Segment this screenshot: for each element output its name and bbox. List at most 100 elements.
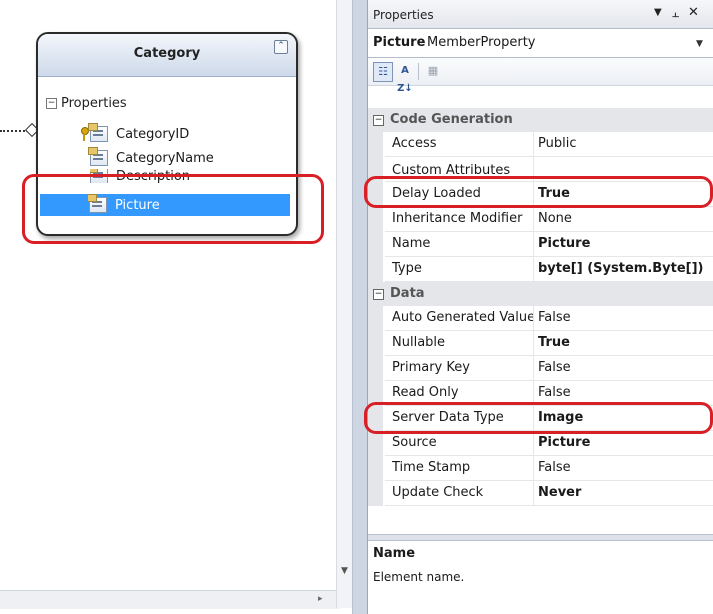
categorized-view-icon[interactable]: ☷ (373, 62, 393, 82)
property-name-cell[interactable]: Type (385, 257, 534, 282)
row-gutter (368, 257, 383, 282)
primary-key-icon (80, 127, 89, 141)
properties-titlebar[interactable]: Properties ▼ ⫠ ✕ (368, 0, 713, 29)
entity-title: Category (133, 46, 201, 61)
property-value-cell[interactable]: False (534, 356, 713, 381)
property-name: Nullable (392, 335, 446, 350)
row-gutter (368, 207, 383, 232)
property-value: byte[] (System.Byte[]) (538, 261, 704, 276)
description-splitter[interactable] (368, 534, 713, 541)
designer-surface[interactable]: Category ⌃ − Properties CategoryID Categ… (0, 0, 353, 614)
property-name-cell[interactable]: Auto Generated Value (385, 306, 534, 331)
object-selector[interactable]: Picture MemberProperty ▼ (368, 29, 713, 58)
property-value-cell[interactable]: Never (534, 481, 713, 506)
property-name: Primary Key (392, 360, 470, 375)
property-value: Picture (538, 435, 591, 450)
scroll-down-arrow-icon[interactable]: ▼ (341, 566, 348, 576)
property-name-cell[interactable]: Time Stamp (385, 456, 534, 481)
property-value-cell[interactable]: None (534, 207, 713, 232)
close-icon[interactable]: ✕ (688, 5, 699, 20)
grid-row-auto-generated-value[interactable]: Auto Generated Value False (368, 306, 713, 331)
horizontal-scrollbar[interactable]: ▸ (0, 590, 340, 609)
entity-property-categoryid[interactable]: CategoryID (80, 123, 189, 145)
entity-header[interactable]: Category ⌃ (38, 34, 296, 77)
category-data[interactable]: − Data (368, 282, 713, 306)
property-pages-icon[interactable]: ▦ (424, 62, 442, 80)
highlight-ring-delay-loaded (364, 176, 713, 208)
property-value: None (538, 211, 572, 226)
row-gutter (368, 456, 383, 481)
property-name: Read Only (392, 385, 459, 400)
property-value-cell[interactable]: Public (534, 132, 713, 157)
property-name: Time Stamp (392, 460, 471, 475)
property-icon (88, 123, 108, 142)
scroll-right-arrow-icon[interactable]: ▸ (318, 594, 323, 604)
property-name: Type (392, 261, 422, 276)
entity-property-categoryname[interactable]: CategoryName (88, 147, 214, 169)
grid-row-inheritance-modifier[interactable]: Inheritance Modifier None (368, 207, 713, 232)
row-gutter (368, 331, 383, 356)
property-name-cell[interactable]: Update Check (385, 481, 534, 506)
grid-row-name[interactable]: Name Picture (368, 232, 713, 257)
collapse-minus-icon[interactable]: − (373, 289, 384, 300)
grid-row-update-check[interactable]: Update Check Never (368, 481, 713, 506)
object-name: Picture (373, 35, 426, 50)
property-value: False (538, 460, 571, 475)
property-value: False (538, 310, 571, 325)
properties-title: Properties (373, 8, 434, 22)
association-line[interactable] (0, 130, 28, 134)
grid-row-type[interactable]: Type byte[] (System.Byte[]) (368, 257, 713, 282)
row-gutter (368, 232, 383, 257)
property-name-cell[interactable]: Access (385, 132, 534, 157)
property-name: Source (392, 435, 437, 450)
property-name-cell[interactable]: Primary Key (385, 356, 534, 381)
row-gutter (368, 306, 383, 331)
double-chevron-up-icon[interactable]: ⌃ (274, 40, 288, 54)
grid-row-access[interactable]: Access Public (368, 132, 713, 157)
property-value-cell[interactable]: True (534, 331, 713, 356)
property-value: Never (538, 485, 582, 500)
row-gutter (368, 356, 383, 381)
property-value: False (538, 385, 571, 400)
property-value: Public (538, 136, 577, 151)
grid-row-source[interactable]: Source Picture (368, 431, 713, 456)
property-name: Inheritance Modifier (392, 211, 523, 226)
properties-window: Properties ▼ ⫠ ✕ Picture MemberProperty … (367, 0, 713, 614)
property-name-cell[interactable]: Source (385, 431, 534, 456)
grid-row-time-stamp[interactable]: Time Stamp False (368, 456, 713, 481)
property-name: Auto Generated Value (392, 310, 534, 325)
collapse-minus-icon[interactable]: − (373, 115, 384, 126)
property-value-cell[interactable]: Picture (534, 431, 713, 456)
collapse-minus-icon[interactable]: − (46, 97, 57, 109)
property-value: True (538, 335, 570, 350)
property-icon (88, 147, 108, 166)
row-gutter (368, 481, 383, 506)
grid-row-primary-key[interactable]: Primary Key False (368, 356, 713, 381)
highlight-ring-picture (22, 174, 324, 244)
vertical-scrollbar[interactable]: ▼ (336, 0, 353, 608)
category-label: Code Generation (390, 112, 513, 127)
row-gutter (368, 132, 383, 157)
property-grid: − Code Generation Access Public Custom A… (368, 108, 713, 506)
alphabetical-sort-icon[interactable]: A Z↓ (396, 62, 414, 94)
property-name: Update Check (392, 485, 484, 500)
chevron-down-icon[interactable]: ▼ (696, 39, 703, 49)
property-value-cell[interactable]: False (534, 456, 713, 481)
property-name-cell[interactable]: Inheritance Modifier (385, 207, 534, 232)
category-code-generation[interactable]: − Code Generation (368, 108, 713, 132)
property-name-cell[interactable]: Name (385, 232, 534, 257)
window-menu-arrow-icon[interactable]: ▼ (654, 7, 662, 18)
property-name-cell[interactable]: Nullable (385, 331, 534, 356)
property-value-cell[interactable]: False (534, 306, 713, 331)
properties-toolbar: ☷ A Z↓ ▦ (368, 58, 713, 94)
category-label: Data (390, 286, 425, 301)
property-value-cell[interactable]: byte[] (System.Byte[]) (534, 257, 713, 282)
pin-icon[interactable]: ⫠ (672, 6, 679, 21)
property-value-cell[interactable]: Picture (534, 232, 713, 257)
description-text: Element name. (373, 570, 465, 584)
property-name: Access (392, 136, 437, 151)
property-name: Name (392, 236, 431, 251)
properties-section-header[interactable]: − Properties (46, 94, 127, 112)
grid-row-nullable[interactable]: Nullable True (368, 331, 713, 356)
toolbar-separator (418, 63, 419, 80)
